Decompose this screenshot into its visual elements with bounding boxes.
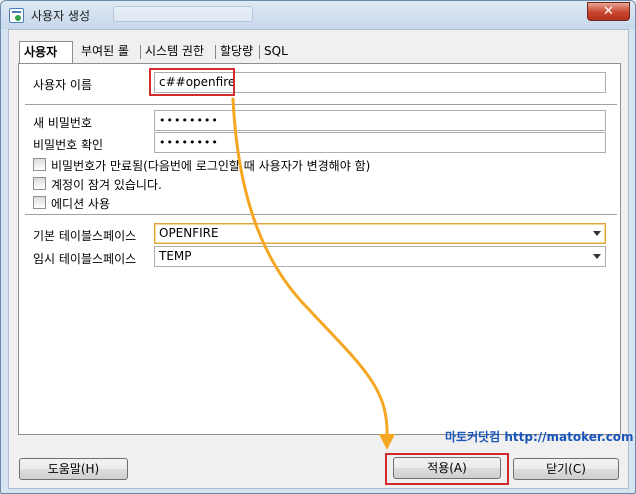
temp-tablespace-label: 임시 테이블스페이스	[33, 252, 137, 266]
default-tablespace-label: 기본 테이블스페이스	[33, 229, 137, 243]
username-highlight-box	[149, 68, 235, 96]
default-tablespace-select[interactable]: OPENFIRE	[154, 223, 606, 244]
default-tablespace-value: OPENFIRE	[159, 226, 219, 240]
chevron-down-icon	[593, 254, 601, 259]
close-button[interactable]: 닫기(C)	[513, 458, 619, 480]
dialog-window: 사용자 생성 ✕ 사용자 부여된 롤 시스템 권한 할당량 SQL 사용자 이름…	[0, 0, 636, 494]
background-tab-ghost	[113, 6, 253, 22]
new-password-field[interactable]: ••••••••	[154, 110, 606, 131]
divider	[25, 214, 617, 215]
enable-edition-label: 에디션 사용	[51, 197, 111, 211]
confirm-password-field[interactable]: ••••••••	[154, 132, 606, 153]
chevron-down-icon	[593, 231, 601, 236]
watermark-text: 마토커닷컴 http://matoker.com	[445, 430, 634, 444]
password-expired-label: 비밀번호가 만료됨(다음번에 로그인할 때 사용자가 변경해야 함)	[51, 159, 371, 173]
help-button[interactable]: 도움말(H)	[19, 458, 128, 480]
user-tab-panel: 사용자 이름 c##openfire 새 비밀번호 •••••••• 비밀번호 …	[18, 63, 634, 444]
tab-user[interactable]: 사용자	[19, 41, 73, 64]
new-password-label: 새 비밀번호	[33, 116, 93, 130]
divider	[25, 104, 617, 105]
confirm-password-label: 비밀번호 확인	[33, 138, 104, 152]
tab-quota[interactable]: 할당량	[216, 41, 257, 63]
username-label: 사용자 이름	[33, 78, 93, 92]
tab-system-privileges[interactable]: 시스템 권한	[141, 41, 208, 63]
temp-tablespace-select[interactable]: TEMP	[154, 246, 606, 267]
account-locked-label: 계정이 잠겨 있습니다.	[51, 178, 162, 192]
tab-granted-roles[interactable]: 부여된 롤	[77, 41, 133, 63]
account-locked-checkbox[interactable]	[33, 177, 46, 190]
app-icon	[9, 8, 24, 23]
apply-highlight-box	[385, 453, 509, 485]
title-bar: 사용자 생성 ✕	[1, 1, 635, 29]
temp-tablespace-value: TEMP	[159, 249, 192, 263]
enable-edition-checkbox[interactable]	[33, 196, 46, 209]
close-icon[interactable]: ✕	[587, 2, 630, 21]
tab-sql[interactable]: SQL	[260, 41, 292, 63]
password-expired-checkbox[interactable]	[33, 158, 46, 171]
window-title: 사용자 생성	[31, 9, 91, 23]
dialog-client: 사용자 부여된 롤 시스템 권한 할당량 SQL 사용자 이름 c##openf…	[8, 29, 634, 489]
